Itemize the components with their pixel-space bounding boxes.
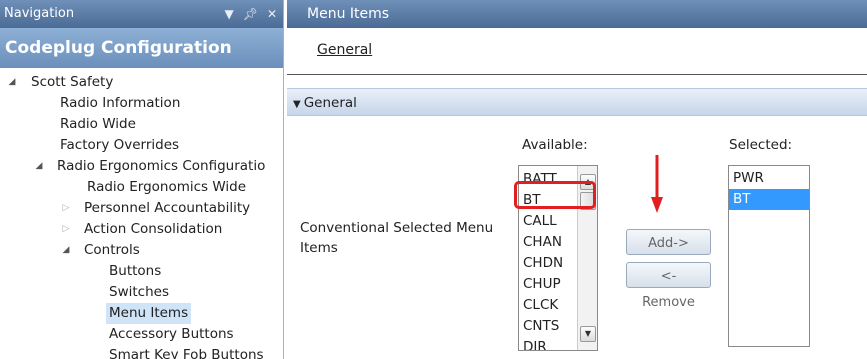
tree-item-label: Action Consolidation	[84, 221, 223, 237]
expand-triangle-icon[interactable]: ◢	[33, 156, 45, 177]
selected-listbox[interactable]: PWR BT	[728, 165, 810, 347]
main-titlebar: Menu Items	[287, 0, 867, 28]
expand-triangle-icon[interactable]: ◢	[6, 72, 18, 93]
tree-item-label: Buttons	[109, 263, 162, 279]
collapse-triangle-icon[interactable]: ▷	[60, 219, 72, 240]
tab-bar: General	[287, 28, 867, 75]
tree-item-radio-information[interactable]: Radio Information	[57, 93, 183, 114]
list-item[interactable]: PWR	[729, 168, 809, 189]
tree-item-scott-safety[interactable]: ◢ Scott Safety	[6, 72, 116, 93]
pin-icon[interactable]: 📌︎	[243, 0, 258, 28]
navigation-title: Navigation	[4, 6, 75, 21]
tree-item-accessory-buttons[interactable]: Accessory Buttons	[106, 324, 237, 345]
navigation-panel: Navigation ▼ 📌︎ ✕ Codeplug Configuration…	[0, 0, 284, 359]
list-item[interactable]: CHAN	[519, 232, 577, 253]
selected-label: Selected:	[729, 137, 793, 153]
tree-item-factory-overrides[interactable]: Factory Overrides	[57, 135, 182, 156]
scroll-down-icon[interactable]: ▼	[580, 326, 596, 342]
tree-item-label: Personnel Accountability	[84, 200, 251, 216]
tree-item-smart-key-fob-buttons[interactable]: Smart Key Fob Buttons	[106, 345, 267, 359]
tree-item-buttons[interactable]: Buttons	[106, 261, 164, 282]
tree-item-label: Controls	[84, 242, 140, 258]
section-general-header[interactable]: ▼ General	[287, 88, 867, 116]
close-icon[interactable]: ✕	[267, 0, 277, 28]
tree-item-label: Radio Wide	[60, 116, 136, 132]
tree-item-label: Accessory Buttons	[109, 326, 234, 342]
section-title: General	[303, 95, 357, 111]
tree-item-radio-wide[interactable]: Radio Wide	[57, 114, 139, 135]
list-item[interactable]: CHUP	[519, 274, 577, 295]
tree-item-label: Switches	[109, 284, 169, 300]
tree-item-label: Smart Key Fob Buttons	[109, 347, 264, 359]
list-item[interactable]: DIR	[519, 337, 577, 350]
navigation-titlebar: Navigation ▼ 📌︎ ✕	[0, 0, 283, 28]
expand-triangle-icon[interactable]: ◢	[60, 240, 72, 261]
tree-item-controls[interactable]: ◢ Controls	[60, 240, 143, 261]
annotation-highlight-box	[514, 181, 596, 209]
available-label: Available:	[522, 137, 588, 153]
list-item[interactable]: CHDN	[519, 253, 577, 274]
tree-item-label: Menu Items	[106, 303, 192, 324]
tree-item-label: Radio Ergonomics Configuratio	[57, 158, 266, 174]
collapse-triangle-icon[interactable]: ▷	[60, 198, 72, 219]
remove-button[interactable]: <- Remove	[626, 262, 711, 310]
page-title: Menu Items	[307, 6, 390, 22]
tree-item-personnel-accountability[interactable]: ▷ Personnel Accountability	[60, 198, 253, 219]
tree-item-label: Radio Information	[60, 95, 181, 111]
tab-general[interactable]: General	[317, 42, 372, 58]
tree-item-action-consolidation[interactable]: ▷ Action Consolidation	[60, 219, 225, 240]
annotation-arrow-icon	[651, 155, 663, 213]
tree-item-switches[interactable]: Switches	[106, 282, 172, 303]
tree-item-label: Scott Safety	[31, 74, 114, 90]
tree-item-label: Radio Ergonomics Wide	[87, 179, 247, 195]
list-item-selected[interactable]: BT	[729, 189, 809, 210]
collapse-triangle-icon[interactable]: ▼	[293, 99, 301, 110]
tree-item-label: Factory Overrides	[60, 137, 180, 153]
dropdown-icon[interactable]: ▼	[224, 0, 233, 28]
field-label: Conventional Selected Menu Items	[300, 220, 494, 256]
add-button[interactable]: Add->	[626, 229, 711, 255]
list-item[interactable]: CNTS	[519, 316, 577, 337]
list-item[interactable]: CALL	[519, 211, 577, 232]
codeplug-header: Codeplug Configuration	[0, 28, 283, 68]
tree-item-radio-ergonomics-wide[interactable]: Radio Ergonomics Wide	[84, 177, 249, 198]
list-item[interactable]: CLCK	[519, 295, 577, 316]
tree-item-menu-items[interactable]: Menu Items	[106, 303, 192, 324]
tree-item-radio-ergonomics-configuration[interactable]: ◢ Radio Ergonomics Configuratio	[33, 156, 268, 177]
